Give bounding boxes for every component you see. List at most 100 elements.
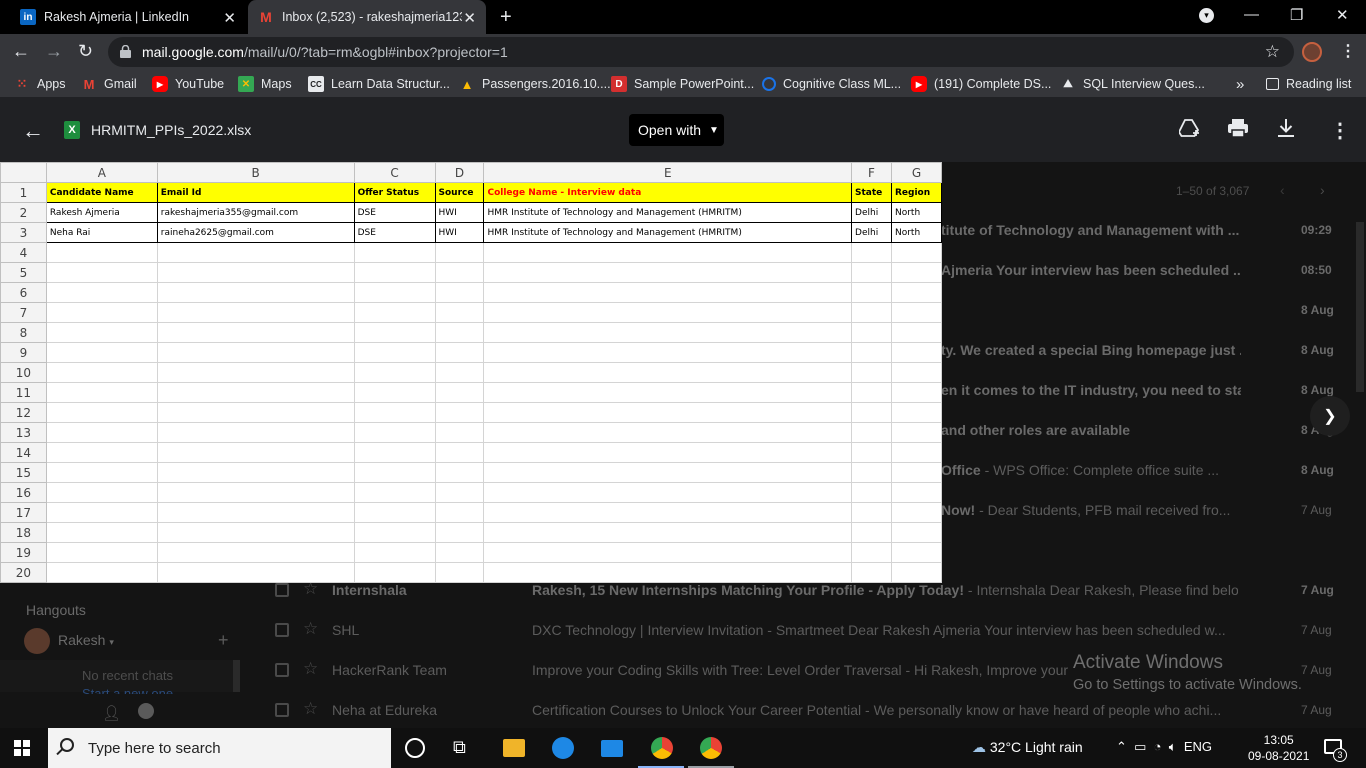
profile-avatar[interactable] [1302, 42, 1322, 62]
system-tray[interactable]: ⌃ ▭ ◔ 🔈︎ ENG [1116, 739, 1212, 755]
bookmark-star-icon[interactable]: ☆ [1265, 42, 1280, 62]
table-cell [156, 242, 355, 263]
more-bookmarks-button[interactable]: » [1236, 70, 1244, 98]
close-tab-icon[interactable]: ✕ [223, 9, 236, 27]
chrome-menu-icon[interactable]: ⋮ [1340, 41, 1356, 61]
start-new-chat-link[interactable]: Start a new one [82, 686, 173, 694]
email-row[interactable]: ☆ Neha at Edureka Certification Courses to… [270, 690, 1345, 730]
address-bar[interactable]: mail.google.com/mail/u/0/?tab=rm&ogbl#in… [108, 37, 1294, 67]
bookmark-maps[interactable]: ✕ Maps [238, 70, 292, 98]
wifi-icon[interactable]: ◔ [1154, 739, 1162, 754]
table-cell [434, 262, 485, 283]
email-row[interactable]: Office - WPS Office: Complete office sui… [941, 450, 1341, 490]
next-file-button[interactable]: ❯ [1310, 396, 1350, 436]
star-icon[interactable]: ☆ [303, 659, 318, 679]
clock[interactable]: 13:05 09-08-2021 [1248, 732, 1309, 764]
table-cell [45, 482, 158, 503]
bookmark-learn-ds[interactable]: CC Learn Data Structur... [308, 70, 450, 98]
email-row[interactable]: 8 Aug [941, 290, 1341, 330]
tab-gmail[interactable]: M Inbox (2,523) - rakeshajmeria123 ✕ [248, 0, 486, 34]
bookmark-cognitive-class[interactable]: Cognitive Class ML... [762, 70, 901, 98]
cortana-icon[interactable] [405, 738, 425, 758]
email-checkbox[interactable] [275, 623, 289, 637]
chevron-left-icon[interactable]: ‹ [1280, 182, 1285, 198]
back-arrow-icon[interactable]: ← [22, 118, 44, 144]
email-checkbox[interactable] [275, 583, 289, 597]
language-indicator[interactable]: ENG [1184, 739, 1212, 754]
edge-icon[interactable] [552, 737, 574, 759]
scrollbar[interactable] [1356, 222, 1364, 392]
volume-icon[interactable]: 🔈︎ [1169, 739, 1177, 754]
reading-list-button[interactable]: Reading list [1266, 70, 1351, 98]
bookmark-gmail[interactable]: M Gmail [81, 70, 137, 98]
back-button[interactable]: ← [12, 41, 30, 62]
star-icon[interactable]: ☆ [303, 619, 318, 639]
column-header: A [45, 162, 158, 183]
table-cell [890, 462, 943, 483]
minimize-button[interactable]: — [1244, 6, 1259, 23]
chrome-profile-icon[interactable] [700, 737, 722, 759]
bookmark-sql[interactable]: ⛰ SQL Interview Ques... [1060, 70, 1204, 98]
add-chat-icon[interactable]: + [218, 630, 229, 651]
tab-linkedin[interactable]: in Rakesh Ajmeria | LinkedIn ✕ [10, 0, 246, 34]
new-tab-button[interactable]: + [500, 6, 512, 29]
battery-icon[interactable]: ▭ [1134, 739, 1146, 754]
tab-search-icon[interactable]: ▾ [1199, 8, 1214, 23]
email-row[interactable]: ty. We created a special Bing homepage j… [941, 330, 1341, 370]
close-window-button[interactable]: ✕ [1336, 6, 1349, 24]
row-number: 4 [0, 242, 47, 263]
print-icon[interactable] [1227, 118, 1249, 144]
close-tab-icon[interactable]: ✕ [463, 9, 476, 27]
email-snippet: Rakesh, 15 New Internships Matching Your… [532, 582, 1238, 598]
email-row[interactable]: en it comes to the IT industry, you need… [941, 370, 1341, 410]
file-explorer-icon[interactable] [503, 739, 525, 757]
restore-button[interactable]: ❐ [1290, 6, 1303, 24]
table-row: 2 Rakesh Ajmeria rakeshajmeria355@gmail.… [0, 202, 943, 223]
youtube-icon: ▶ [152, 76, 168, 92]
mail-icon[interactable] [601, 740, 623, 757]
star-icon[interactable]: ☆ [303, 699, 318, 719]
bookmark-youtube[interactable]: ▶ YouTube [152, 70, 224, 98]
email-snippet: Now! - Dear Students, PFB mail received … [941, 502, 1241, 518]
hangouts-user[interactable]: Rakesh ▾ [58, 632, 114, 648]
hangouts-icon[interactable] [138, 703, 154, 719]
weather-widget[interactable]: ☁ 32°C Light rain [972, 739, 1083, 756]
task-view-icon[interactable]: ⧉ [453, 737, 475, 759]
bookmark-apps[interactable]: ⁙ Apps [14, 70, 66, 98]
bookmark-passengers[interactable]: ▲ Passengers.2016.10.... [459, 70, 611, 98]
open-with-button[interactable]: Open with ▼ [629, 114, 724, 146]
header-cell: Source [434, 182, 485, 203]
table-row: 4 [0, 242, 943, 263]
email-row[interactable]: titute of Technology and Management with… [941, 210, 1341, 250]
taskbar-search-input[interactable]: Type here to search [48, 728, 391, 768]
table-cell: rakeshajmeria355@gmail.com [156, 202, 355, 223]
download-icon[interactable] [1277, 118, 1295, 144]
email-checkbox[interactable] [275, 703, 289, 717]
more-options-icon[interactable]: ⋮ [1330, 118, 1350, 143]
person-icon[interactable]: 👤︎ [102, 704, 121, 722]
add-to-drive-icon[interactable] [1177, 118, 1201, 144]
chevron-up-icon[interactable]: ⌃ [1116, 739, 1127, 754]
email-row[interactable]: ☆ SHL DXC Technology | Interview Invitatio… [270, 610, 1345, 650]
table-cell [353, 562, 436, 583]
table-cell [483, 242, 853, 263]
email-checkbox[interactable] [275, 663, 289, 677]
bookmark-complete-ds[interactable]: ▶ (191) Complete DS... [911, 70, 1051, 98]
email-row[interactable]: Now! - Dear Students, PFB mail received … [941, 490, 1341, 530]
chevron-right-icon[interactable]: › [1320, 182, 1325, 198]
lock-icon[interactable] [120, 45, 131, 58]
email-row[interactable]: Ajmeria Your interview has been schedule… [941, 250, 1341, 290]
email-row[interactable]: and other roles are available8 Aug [941, 410, 1341, 450]
table-cell [353, 522, 436, 543]
reload-button[interactable]: ↻ [78, 41, 93, 62]
windows-start-icon[interactable] [14, 740, 30, 756]
table-cell: HMR Institute of Technology and Manageme… [483, 202, 853, 223]
bookmark-sample-ppt[interactable]: D Sample PowerPoint... [611, 70, 754, 98]
table-cell [353, 242, 436, 263]
bookmark-label: Maps [261, 77, 292, 91]
table-cell: DSE [353, 222, 436, 243]
chrome-icon[interactable] [651, 737, 673, 759]
table-cell [890, 522, 943, 543]
table-cell [353, 282, 436, 303]
forward-button[interactable]: → [45, 41, 63, 62]
